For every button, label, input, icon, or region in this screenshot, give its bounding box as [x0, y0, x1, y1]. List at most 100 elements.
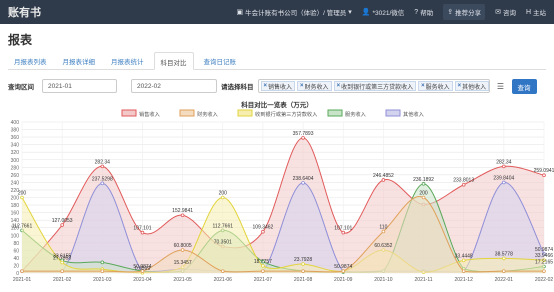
report-tabs: 月报表列表 月报表详细 月报表统计 科目对比 查询日记账	[8, 52, 546, 70]
data-label: 152.9841	[172, 208, 193, 214]
consult-link[interactable]: ✉ 咨询	[495, 7, 516, 18]
data-point	[461, 258, 466, 263]
data-point	[180, 248, 185, 252]
y-tick-label: 20	[13, 263, 19, 269]
data-label: 236.1892	[413, 177, 434, 183]
legend-swatch	[385, 109, 401, 117]
data-point	[100, 260, 105, 265]
data-point	[381, 178, 386, 182]
data-label: 112.7661	[213, 223, 234, 229]
remove-icon[interactable]: ×	[264, 83, 268, 89]
x-tick-label: 2021-04	[133, 277, 152, 283]
home-link[interactable]: H 主站	[526, 7, 546, 18]
data-label: 237.5298	[92, 176, 113, 182]
range-label: 查询区间	[8, 84, 34, 91]
subject-tag[interactable]: × 销售收入	[260, 81, 296, 91]
data-point	[341, 269, 346, 273]
data-point	[301, 136, 305, 140]
chart-title: 科目对比一览表（万元）	[241, 102, 313, 109]
x-tick-label: 2021-08	[294, 277, 313, 283]
data-point	[100, 181, 105, 186]
x-tick-label: 2021-03	[93, 277, 112, 283]
help-link[interactable]: ? 帮助	[414, 7, 433, 18]
data-label: 239.8404	[493, 175, 514, 181]
list-icon[interactable]: ☰	[494, 79, 508, 93]
data-point	[502, 256, 506, 261]
end-month-input[interactable]: 2022-02	[131, 79, 217, 93]
tab-monthly-detail[interactable]: 月报表详细	[57, 52, 102, 70]
data-label: 200	[419, 191, 428, 197]
y-tick-label: 180	[11, 203, 20, 209]
subject-tag[interactable]: × 收到银行或第三方贷款收入	[333, 81, 417, 91]
data-point	[421, 195, 426, 200]
data-label: 200	[18, 191, 27, 197]
subject-compare-chart: 销售收入 财务收入 收到银行或第三方贷款收入 服务收入 其他收入020406080100…	[11, 109, 554, 283]
data-point	[20, 269, 24, 273]
data-point	[140, 230, 145, 235]
chart-legend: 销售收入 财务收入 收到银行或第三方贷款收入 服务收入 其他收入	[121, 109, 424, 118]
tab-subject-compare[interactable]: 科目对比	[153, 52, 194, 70]
y-tick-label: 280	[11, 165, 20, 171]
data-label: 107.101	[133, 226, 151, 232]
company-label: 牛会计账有书公司（体验）/ 管理员	[245, 10, 347, 17]
data-point	[180, 213, 185, 218]
data-label: 233.8013	[453, 178, 474, 184]
remove-icon[interactable]: ×	[421, 83, 425, 89]
data-label: 110	[379, 224, 387, 230]
legend-swatch	[179, 109, 195, 117]
chevron-down-icon: ▾	[348, 8, 352, 16]
query-button[interactable]: 查询	[511, 78, 537, 94]
subject-tag[interactable]: × 服务收入	[418, 81, 453, 91]
tab-monthly-stats[interactable]: 月报表统计	[105, 52, 150, 70]
x-tick-label: 2021-12	[455, 277, 474, 283]
subject-tag[interactable]: × 其他收入	[454, 81, 489, 91]
start-month-input[interactable]: 2021-01	[42, 79, 117, 93]
y-tick-label: 40	[13, 256, 19, 262]
user-icon: 👤	[361, 8, 371, 16]
subject-tag-label: 收到银行或第三方贷款收入	[341, 84, 414, 91]
subject-tag-label: 其他收入	[462, 84, 487, 91]
data-point	[301, 181, 305, 185]
chat-icon: ✉	[495, 8, 501, 16]
subject-label: 请选择科目	[221, 84, 254, 91]
legend-label: 销售收入	[139, 110, 160, 118]
y-tick-label: 80	[13, 241, 19, 247]
data-point	[502, 269, 506, 273]
remove-icon[interactable]: ×	[458, 83, 462, 89]
data-point	[220, 195, 225, 200]
tab-journal-query[interactable]: 查询日记账	[198, 52, 243, 70]
subject-tag[interactable]: × 财务收入	[297, 81, 332, 91]
share-icon: ⇪	[447, 8, 454, 16]
legend-label: 其他收入	[403, 110, 424, 118]
data-point	[100, 269, 105, 273]
y-tick-label: 240	[11, 180, 20, 186]
remove-icon[interactable]: ×	[300, 83, 304, 89]
y-tick-label: 300	[11, 158, 20, 164]
share-button[interactable]: ⇪ 推荐分享	[443, 4, 486, 20]
legend-swatch	[121, 109, 137, 117]
data-label: 60.6352	[374, 243, 392, 249]
data-point	[542, 173, 546, 177]
page-title: 报表	[8, 33, 33, 47]
data-label: 33.9466	[535, 253, 553, 259]
data-label: 246.4852	[373, 173, 394, 179]
data-label: 127.0053	[52, 218, 73, 224]
y-tick-label: 100	[11, 233, 20, 239]
brand-logo[interactable]: 账有书	[8, 4, 41, 20]
legend-label: 收到银行或第三方贷款收入	[255, 110, 317, 118]
subject-tag-label: 财务收入	[304, 84, 329, 91]
data-point	[261, 269, 265, 273]
tab-monthly-list[interactable]: 月报表列表	[8, 52, 53, 70]
x-tick-label: 2021-01	[13, 277, 32, 283]
company-switcher[interactable]: ▣ 牛会计账有书公司（体验）/ 管理员 ▾	[237, 7, 352, 18]
data-label: 238.6404	[293, 176, 314, 182]
data-point	[301, 269, 305, 273]
data-label: 50.9874	[535, 247, 553, 253]
data-label: 70.3501	[214, 239, 232, 245]
subject-tag-label: 服务收入	[425, 84, 450, 91]
user-menu[interactable]: 👤 *3021/微信	[361, 7, 405, 18]
y-tick-label: 400	[11, 120, 20, 126]
subject-select[interactable]: × 销售收入 × 财务收入 × 收到银行或第三方贷款收入 × 服务收入 × 其他收入	[257, 79, 490, 93]
legend-label: 服务收入	[345, 110, 366, 118]
remove-icon[interactable]: ×	[337, 83, 341, 89]
